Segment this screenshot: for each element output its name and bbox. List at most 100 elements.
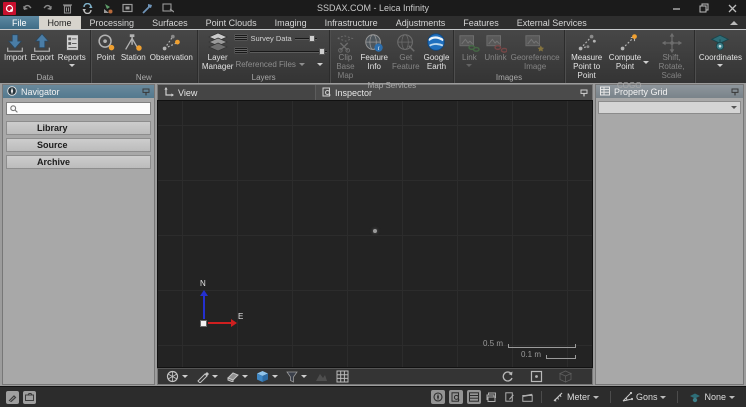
get-feature-button[interactable]: Get Feature (390, 31, 422, 72)
tab-adjustments[interactable]: Adjustments (387, 16, 455, 29)
measure-point-to-point-button[interactable]: Measure Point to Point (567, 31, 607, 81)
compute-point-button[interactable]: Compute Point (607, 31, 651, 72)
edit-mode-button[interactable] (6, 391, 19, 404)
link-image-button[interactable]: Link (456, 31, 482, 67)
clip-base-map-button[interactable]: Clip Base Map (332, 31, 358, 81)
compass-icon (433, 392, 443, 402)
grid-icon (336, 370, 349, 383)
undo-icon[interactable] (21, 2, 34, 15)
tab-view[interactable]: View (158, 85, 316, 100)
eraser-tool-button[interactable] (224, 369, 250, 384)
new-station-button[interactable]: Station (119, 31, 148, 63)
google-earth-button[interactable]: Google Earth (422, 31, 452, 72)
tab-imaging[interactable]: Imaging (266, 16, 316, 29)
georeference-image-button[interactable]: Georeference Image (509, 31, 562, 72)
snapshot-icon[interactable] (121, 2, 134, 15)
angle-unit-icon (622, 392, 633, 402)
filter-button[interactable] (284, 369, 309, 384)
referenced-files-button[interactable]: Referenced Files (235, 60, 295, 69)
group-label-map-services: Map Services (332, 81, 451, 91)
feature-info-button[interactable]: i Feature Info (358, 31, 390, 72)
toggle-property-grid-button[interactable] (467, 390, 481, 404)
layer-lines-icon (235, 35, 247, 42)
angle-unit-selector[interactable]: Gons (617, 392, 672, 402)
distance-unit-selector[interactable]: Meter (548, 392, 604, 402)
navigator-header[interactable]: Navigator (3, 85, 154, 98)
reports-dropdown-icon[interactable] (69, 64, 75, 67)
view-axes-icon (164, 87, 174, 99)
unlink-image-button[interactable]: Unlink (482, 31, 508, 63)
referenced-files-dropdown-icon[interactable] (299, 63, 305, 66)
measure-point-to-point-icon (576, 32, 598, 54)
shift-rotate-scale-button[interactable]: Shift, Rotate, Scale (651, 31, 692, 81)
ribbon: Import Export Reports Data Point (0, 30, 746, 83)
snapshot-mode-button[interactable] (23, 391, 36, 404)
3d-navigation-button[interactable] (557, 369, 574, 384)
reports-button[interactable]: Reports (56, 31, 88, 67)
property-grid-pin-icon[interactable] (731, 83, 739, 101)
view-style-button[interactable] (164, 369, 190, 384)
origin-point-marker (373, 229, 377, 233)
layers-more-dropdown-icon[interactable] (317, 63, 323, 66)
search-input[interactable] (21, 104, 147, 114)
new-window-icon[interactable] (161, 2, 174, 15)
tab-file[interactable]: File (0, 16, 39, 29)
new-observation-button[interactable]: Observation (148, 31, 195, 63)
tab-point-clouds[interactable]: Point Clouds (197, 16, 266, 29)
grid-toggle-button[interactable] (334, 369, 351, 384)
layer2-opacity-slider[interactable] (250, 47, 327, 55)
layer-manager-button[interactable]: Layer Manager (200, 31, 236, 72)
navigator-search[interactable] (6, 102, 151, 115)
link-dropdown-icon[interactable] (466, 64, 472, 67)
ribbon-group-data: Import Export Reports Data (0, 30, 91, 83)
export-button[interactable]: Export (29, 31, 56, 63)
tab-infrastructure[interactable]: Infrastructure (316, 16, 387, 29)
coordinate-system-icon (689, 392, 701, 403)
property-object-selector[interactable] (598, 101, 741, 114)
coordinates-button[interactable]: Coordinates (697, 31, 744, 67)
navigator-pin-icon[interactable] (142, 83, 150, 101)
restore-icon[interactable] (698, 3, 710, 14)
tools-icon[interactable] (141, 2, 154, 15)
svg-text:i: i (378, 45, 380, 52)
tab-processing[interactable]: Processing (81, 16, 144, 29)
zoom-extents-button[interactable] (528, 369, 545, 384)
toggle-report-button[interactable] (503, 390, 517, 404)
tab-surfaces[interactable]: Surfaces (143, 16, 197, 29)
process-icon[interactable] (101, 2, 114, 15)
tab-external-services[interactable]: External Services (508, 16, 596, 29)
toggle-media-button[interactable] (521, 390, 535, 404)
reset-rotation-button[interactable] (499, 369, 516, 384)
collapse-ribbon-icon[interactable] (730, 16, 738, 29)
coordinates-dropdown-icon[interactable] (717, 64, 723, 67)
redo-icon[interactable] (41, 2, 54, 15)
tab-features[interactable]: Features (454, 16, 508, 29)
navigator-section-archive[interactable]: Archive (6, 155, 151, 169)
new-point-button[interactable]: Point (93, 31, 119, 63)
navigator-section-source[interactable]: Source (6, 138, 151, 152)
toggle-layers-button[interactable] (485, 390, 499, 404)
layer1-opacity-slider[interactable] (295, 34, 317, 42)
draw-tool-button[interactable] (194, 369, 220, 384)
compute-point-dropdown-icon[interactable] (643, 61, 649, 64)
import-button[interactable]: Import (2, 31, 29, 63)
tab-home[interactable]: Home (39, 16, 81, 29)
cube-view-button[interactable] (254, 369, 280, 384)
coordinates-icon (708, 32, 732, 54)
map-canvas[interactable]: N E 0.5 m 0.1 m (157, 100, 593, 368)
navigator-section-library[interactable]: Library (6, 121, 151, 135)
toggle-navigator-button[interactable] (431, 390, 445, 404)
close-icon[interactable] (726, 3, 738, 14)
app-logo-icon[interactable] (3, 2, 16, 15)
minimize-icon[interactable] (670, 3, 682, 14)
coordinate-system-selector[interactable]: None (684, 392, 740, 403)
scale-long-bar (508, 344, 576, 348)
toggle-inspector-button[interactable] (449, 390, 463, 404)
group-label-images: Images (456, 73, 561, 83)
delete-icon[interactable] (61, 2, 74, 15)
surface-display-button[interactable] (313, 369, 330, 384)
reports-icon (62, 32, 82, 54)
orientation-axes: N E (194, 277, 250, 329)
distance-unit-dropdown-icon (593, 396, 599, 399)
sync-icon[interactable] (81, 2, 94, 15)
